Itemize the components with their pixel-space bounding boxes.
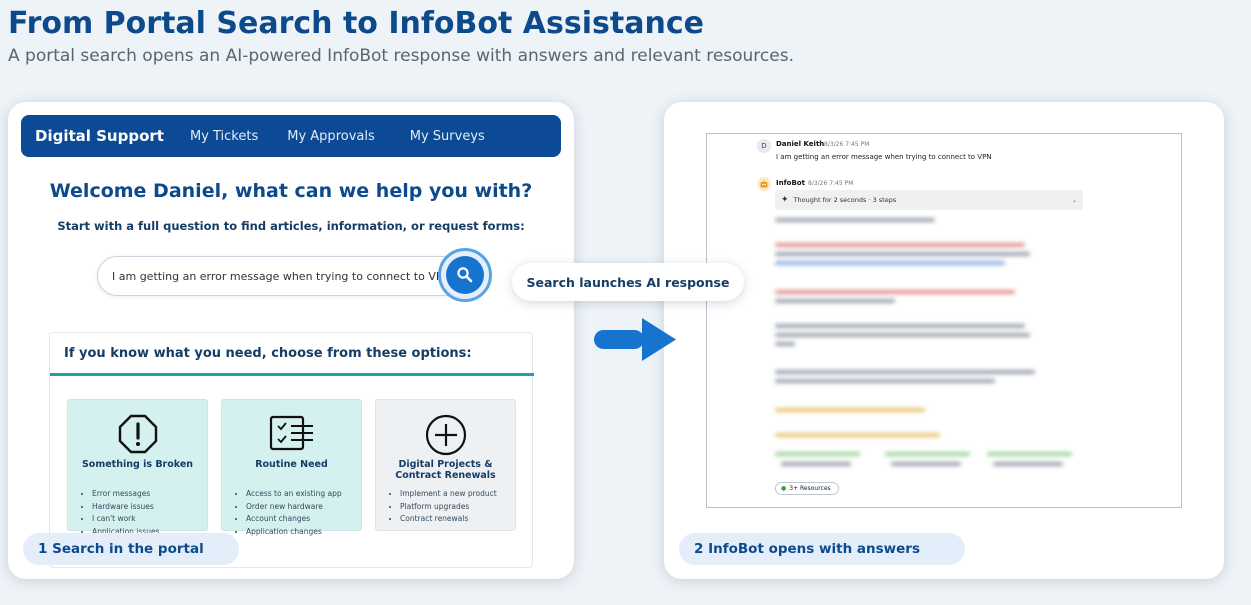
portal-nav: Digital Support My Tickets My Approvals … (21, 115, 561, 157)
arrow-right-icon (594, 318, 678, 366)
list-item: Platform upgrades (400, 501, 497, 514)
chat-screenshot: D Daniel Keith 8/3/26 7:45 PM I am getti… (706, 133, 1182, 508)
list-item: I can't work (92, 513, 159, 526)
search-input[interactable]: I am getting an error message when tryin… (97, 256, 473, 296)
nav-link-my-approvals[interactable]: My Approvals (287, 129, 375, 144)
alert-octagon-icon (68, 414, 207, 454)
search-button[interactable] (438, 248, 492, 302)
option-digital-projects[interactable]: Digital Projects & Contract Renewals Imp… (375, 399, 516, 531)
robot-icon (757, 177, 771, 191)
list-item: Application changes (246, 526, 342, 539)
list-item: Contract renewals (400, 513, 497, 526)
option-items: Error messages Hardware issues I can't w… (92, 488, 159, 538)
option-routine-need[interactable]: Routine Need Access to an existing app O… (221, 399, 362, 536)
nav-brand[interactable]: Digital Support (35, 127, 164, 145)
nav-link-my-surveys[interactable]: My Surveys (410, 129, 485, 144)
options-divider (50, 373, 534, 376)
portal-card: Digital Support My Tickets My Approvals … (8, 102, 574, 579)
search-icon (446, 256, 484, 294)
welcome-heading: Welcome Daniel, what can we help you wit… (49, 180, 533, 202)
page-title: From Portal Search to InfoBot Assistance (8, 6, 704, 41)
thought-toggle[interactable]: ✦ Thought for 2 seconds · 3 steps ⌄ (775, 190, 1083, 210)
plus-circle-icon (376, 414, 515, 456)
bot-timestamp: 8/3/26 7:45 PM (808, 180, 854, 187)
user-message: I am getting an error message when tryin… (776, 153, 992, 161)
option-title: Digital Projects & Contract Renewals (395, 459, 496, 481)
chevron-down-icon: ⌄ (1071, 196, 1077, 204)
bot-name: InfoBot (776, 179, 805, 187)
step-1-pill: 1 Search in the portal (23, 533, 239, 565)
search-input-value: I am getting an error message when tryin… (112, 269, 451, 283)
list-item: Hardware issues (92, 501, 159, 514)
option-something-broken[interactable]: Something is Broken Error messages Hardw… (67, 399, 208, 536)
search-prompt: Start with a full question to find artic… (57, 219, 525, 233)
options-title: If you know what you need, choose from t… (64, 346, 472, 361)
list-item: Error messages (92, 488, 159, 501)
sparkle-icon: ✦ (781, 195, 789, 205)
list-item: Order new hardware (246, 501, 342, 514)
list-item: Account changes (246, 513, 342, 526)
resources-label: 3+ Resources (789, 485, 831, 492)
callout-bubble: Search launches AI response (512, 263, 744, 301)
page-subtitle: A portal search opens an AI-powered Info… (8, 46, 794, 66)
nav-link-my-tickets[interactable]: My Tickets (190, 129, 258, 144)
option-title: Something is Broken (81, 459, 194, 470)
user-name: Daniel Keith (776, 140, 825, 148)
user-timestamp: 8/3/26 7:45 PM (824, 141, 870, 148)
step-2-pill: 2 InfoBot opens with answers (679, 533, 965, 565)
option-items: Implement a new product Platform upgrade… (400, 488, 497, 526)
thought-label: Thought for 2 seconds · 3 steps (793, 196, 897, 204)
option-title: Routine Need (255, 459, 328, 470)
resources-badge[interactable]: ● 3+ Resources (775, 482, 839, 495)
option-items: Access to an existing app Order new hard… (246, 488, 342, 538)
infobot-card: D Daniel Keith 8/3/26 7:45 PM I am getti… (664, 102, 1224, 579)
list-item: Implement a new product (400, 488, 497, 501)
checklist-icon (222, 414, 361, 452)
list-item: Access to an existing app (246, 488, 342, 501)
link-icon: ● (781, 485, 787, 492)
avatar: D (757, 139, 771, 153)
